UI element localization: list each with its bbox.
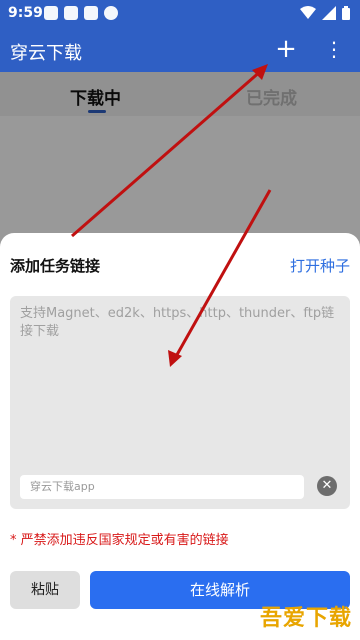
link-input-area[interactable]: 支持Magnet、ed2k、https、http、thunder、ftp链接下载… [10, 296, 350, 509]
clear-icon[interactable]: ✕ [317, 476, 337, 496]
link-input-placeholder: 支持Magnet、ed2k、https、http、thunder、ftp链接下载 [20, 306, 335, 339]
more-vertical-icon: ⋮ [324, 37, 344, 61]
warning-text: * 严禁添加违反国家规定或有害的链接 [10, 533, 229, 548]
plus-icon: + [275, 34, 297, 64]
open-seed-link[interactable]: 打开种子 [290, 255, 350, 276]
sheet-title: 添加任务链接 [10, 257, 101, 275]
watermark: 吾爱下载 [259, 606, 352, 631]
battery-icon [342, 6, 350, 20]
wifi-icon [300, 6, 316, 19]
cloud-app-icon [44, 6, 58, 20]
shield-app-icon [104, 6, 118, 20]
signal-icon [322, 6, 336, 20]
paste-button[interactable]: 粘贴 [10, 571, 80, 609]
system-icons [300, 6, 350, 20]
app-bar: 穿云下载 + ⋮ [0, 28, 360, 72]
status-time: 9:59 [8, 5, 43, 21]
app-title: 穿云下载 [10, 43, 82, 64]
add-task-button[interactable]: + [272, 36, 300, 64]
notification-icons [44, 6, 118, 20]
more-options-button[interactable]: ⋮ [322, 36, 346, 64]
bird-app-icon [84, 6, 98, 20]
add-task-sheet: 添加任务链接 打开种子 支持Magnet、ed2k、https、http、thu… [0, 233, 360, 640]
status-bar: 9:59 [0, 0, 360, 28]
settings-app-icon [64, 6, 78, 20]
secondary-input[interactable]: 穿云下载app [20, 475, 304, 499]
